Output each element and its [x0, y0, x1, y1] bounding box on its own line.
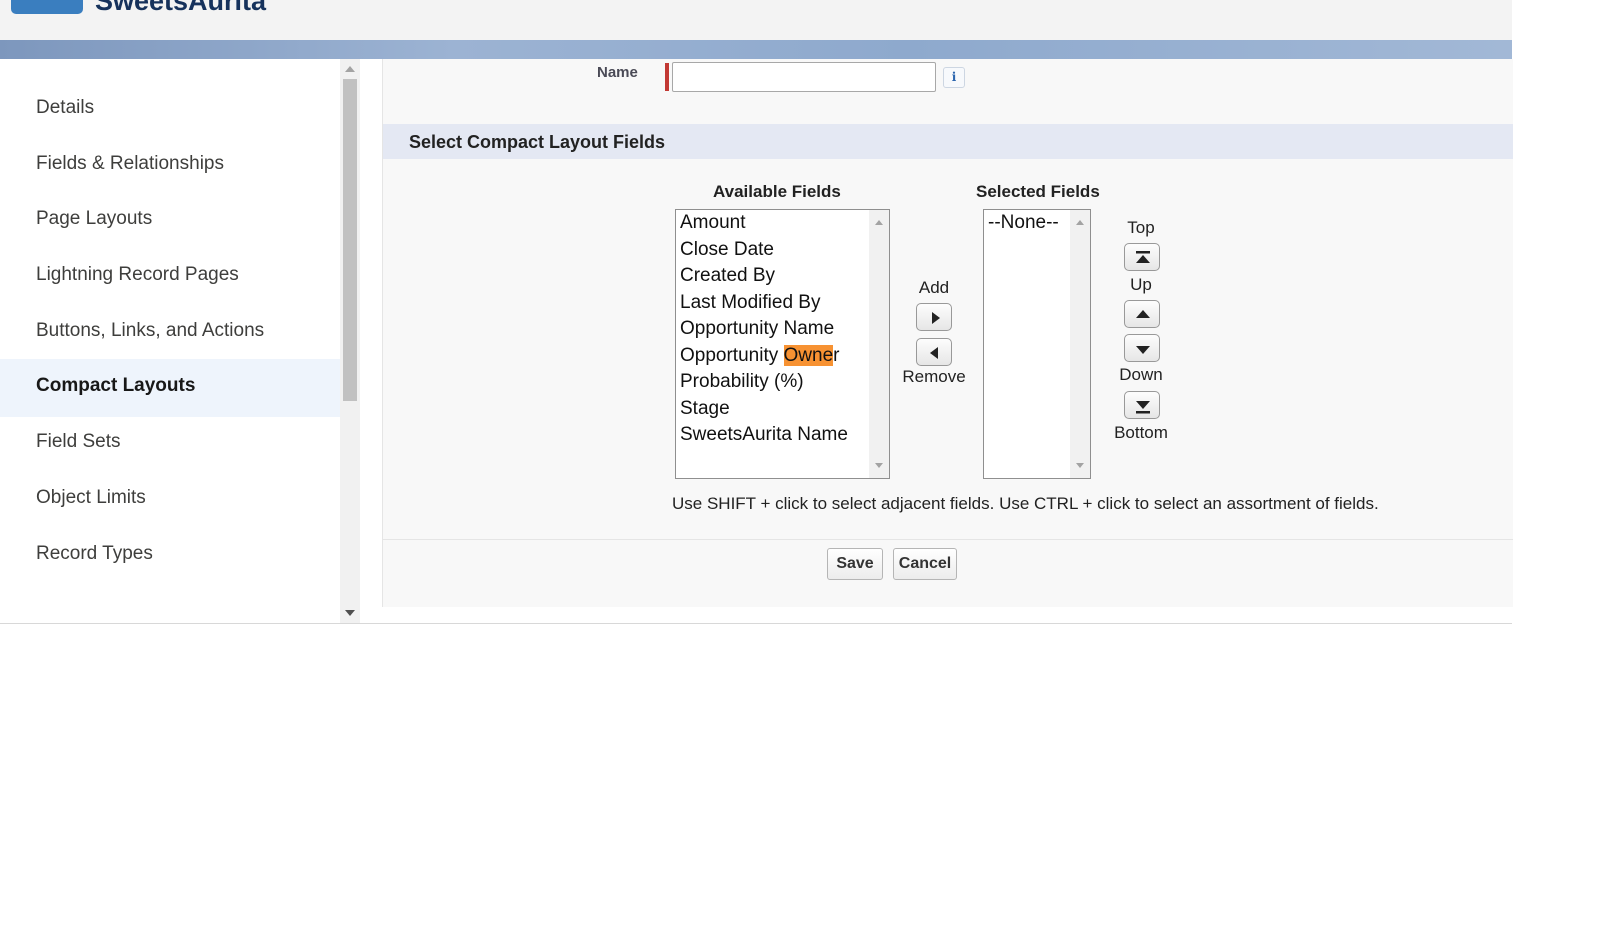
save-button[interactable]: Save — [827, 548, 883, 580]
move-up-button[interactable] — [1124, 300, 1160, 328]
available-fields-listbox[interactable]: Amount Close Date Created By Last Modified … — [675, 209, 890, 479]
list-option[interactable]: Probability (%) — [676, 369, 889, 396]
search-highlight: Owne — [783, 344, 834, 366]
list-option[interactable]: Opportunity Name — [676, 316, 889, 343]
section-title: Select Compact Layout Fields — [409, 132, 666, 152]
header-banner — [0, 40, 1512, 59]
down-label: Down — [1119, 365, 1163, 384]
sidebar-item-details[interactable]: Details — [0, 81, 340, 139]
section-header: Select Compact Layout Fields — [383, 124, 1513, 159]
cancel-button[interactable]: Cancel — [893, 548, 957, 580]
app-header: SweetsAurita — [0, 0, 1512, 40]
arrow-left-icon — [930, 347, 938, 359]
remove-label: Remove — [902, 367, 966, 386]
selection-hint: Use SHIFT + click to select adjacent fie… — [672, 494, 1379, 513]
move-top-icon — [1136, 251, 1150, 263]
setup-sidebar: Details Fields & Relationships Page Layo… — [0, 59, 340, 623]
required-indicator — [665, 63, 669, 91]
object-icon — [11, 0, 83, 14]
add-button[interactable] — [916, 303, 952, 331]
arrow-down-icon — [1136, 346, 1150, 354]
selected-fields-label: Selected Fields — [976, 182, 1100, 201]
sidebar-item-page-layouts[interactable]: Page Layouts — [0, 192, 340, 250]
name-label: Name — [597, 64, 638, 81]
list-option[interactable]: Close Date — [676, 237, 889, 264]
move-bottom-button[interactable] — [1124, 391, 1160, 419]
remove-button[interactable] — [916, 338, 952, 366]
footer-divider — [383, 539, 1513, 540]
listbox-scrollbar[interactable] — [1070, 210, 1090, 478]
scroll-down-icon[interactable] — [345, 610, 355, 616]
selected-fields-listbox[interactable]: --None-- — [983, 209, 1091, 479]
sidebar-item-compact-layouts[interactable]: Compact Layouts — [0, 359, 340, 417]
list-option[interactable]: Amount — [676, 210, 889, 237]
info-icon[interactable]: i — [943, 67, 965, 88]
available-fields-label: Available Fields — [713, 182, 841, 201]
up-label: Up — [1130, 275, 1152, 294]
app-title: SweetsAurita — [95, 0, 267, 16]
list-option[interactable]: Last Modified By — [676, 290, 889, 317]
sidebar-item-buttons-links-actions[interactable]: Buttons, Links, and Actions — [0, 304, 340, 362]
move-down-button[interactable] — [1124, 334, 1160, 362]
move-bottom-icon — [1136, 401, 1150, 414]
list-option[interactable]: Opportunity Owner — [676, 343, 889, 370]
add-label: Add — [918, 278, 950, 297]
list-option[interactable]: Stage — [676, 396, 889, 423]
list-option[interactable]: Created By — [676, 263, 889, 290]
page-bottom-border — [0, 623, 1512, 624]
scroll-up-icon[interactable] — [345, 66, 355, 72]
bottom-label: Bottom — [1114, 423, 1168, 442]
scrollbar-thumb[interactable] — [343, 79, 357, 401]
move-top-button[interactable] — [1124, 243, 1160, 271]
sidebar-item-field-sets[interactable]: Field Sets — [0, 415, 340, 473]
arrow-right-icon — [932, 312, 940, 324]
listbox-scrollbar[interactable] — [869, 210, 889, 478]
arrow-up-icon — [1136, 310, 1150, 318]
name-input[interactable] — [672, 62, 936, 92]
top-label: Top — [1127, 218, 1155, 237]
compact-layout-form: Name i Select Compact Layout Fields Avai… — [382, 59, 1513, 607]
sidebar-item-object-limits[interactable]: Object Limits — [0, 471, 340, 529]
sidebar-item-record-types[interactable]: Record Types — [0, 527, 340, 585]
list-option[interactable]: SweetsAurita Name — [676, 422, 889, 449]
sidebar-item-fields-relationships[interactable]: Fields & Relationships — [0, 137, 340, 195]
sidebar-scrollbar[interactable] — [340, 59, 360, 623]
sidebar-item-lightning-record-pages[interactable]: Lightning Record Pages — [0, 248, 340, 306]
